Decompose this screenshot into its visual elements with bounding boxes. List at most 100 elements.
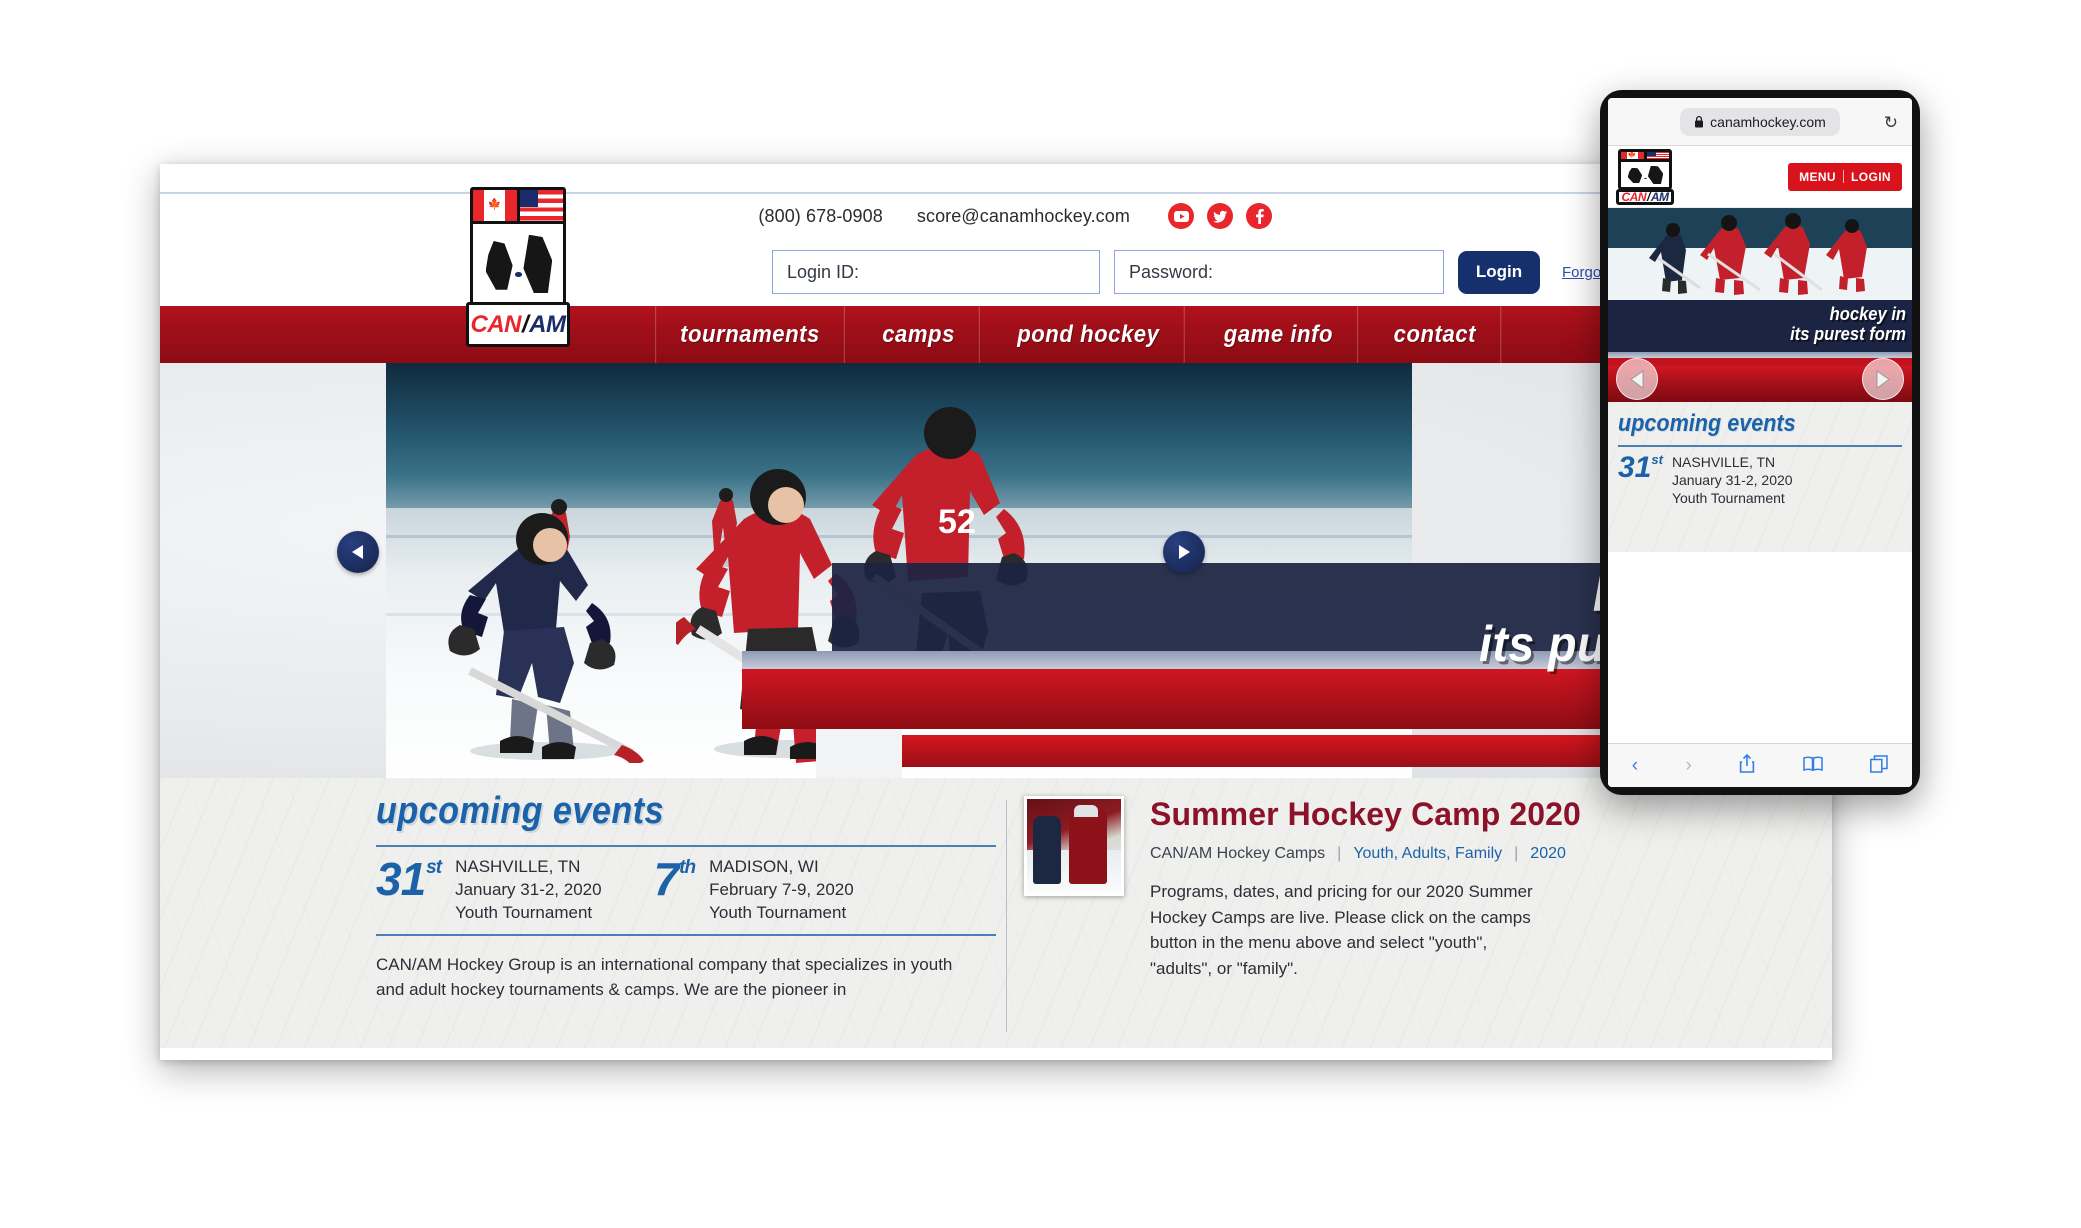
phone-canam-logo[interactable]: 🍁 CAN / AM <box>1615 148 1675 205</box>
phone-carousel-next-button[interactable] <box>1862 358 1904 400</box>
phone-address-field[interactable]: canamhockey.com <box>1680 107 1840 136</box>
password-input[interactable]: Password: <box>1114 250 1444 294</box>
company-blurb: CAN/AM Hockey Group is an international … <box>376 954 953 1000</box>
chevron-left-icon <box>352 545 363 559</box>
hero-carousel: 52 its <box>160 363 1832 778</box>
feature-meta-category: CAN/AM Hockey Camps <box>1150 845 1326 862</box>
phone-url-text: canamhockey.com <box>1710 113 1826 130</box>
logo-can-text: CAN <box>470 310 522 338</box>
tabs-icon[interactable] <box>1870 754 1889 777</box>
phone-carousel-controls <box>1608 358 1912 402</box>
upcoming-events-column: upcoming events 31 st NASHVILLE, TN Janu… <box>376 790 996 1048</box>
event-type: Youth Tournament <box>455 902 593 922</box>
login-id-input[interactable]: Login ID: <box>772 250 1100 294</box>
event-day-suffix: th <box>679 857 696 878</box>
logo-am-text: AM <box>1650 189 1669 204</box>
site-contact-bar: (800) 678-0908 score@canamhockey.com <box>160 192 1832 238</box>
nav-item-contact[interactable]: contact <box>1370 306 1502 363</box>
event-type: Youth Tournament <box>709 902 847 922</box>
lock-icon <box>1695 115 1704 128</box>
usa-flag-icon <box>1643 151 1669 160</box>
desktop-browser-window: (800) 678-0908 score@canamhockey.com Log… <box>160 164 1832 1060</box>
nav-item-camps[interactable]: camps <box>858 306 980 363</box>
feature-thumbnail[interactable] <box>1024 796 1124 896</box>
phone-number[interactable]: (800) 678-0908 <box>758 206 883 227</box>
chevron-right-icon <box>1179 545 1190 559</box>
login-button[interactable]: Login <box>1458 250 1540 294</box>
chevron-right-icon <box>1876 369 1890 389</box>
column-divider <box>1006 800 1007 1032</box>
phone-event-info: NASHVILLE, TN January 31-2, 2020 Youth T… <box>1672 453 1793 508</box>
email-address[interactable]: score@canamhockey.com <box>917 206 1130 227</box>
feature-body: Programs, dates, and pricing for our 202… <box>1150 882 1533 978</box>
hockey-player-navy-icon <box>448 513 644 763</box>
bookmarks-icon[interactable] <box>1803 756 1823 775</box>
login-bar: Login ID: Password: Login Forgot your pa… <box>160 238 1832 306</box>
twitter-icon[interactable] <box>1207 203 1233 229</box>
facebook-icon[interactable] <box>1246 203 1272 229</box>
event-info: MADISON, WI February 7-9, 2020 Youth Tou… <box>709 856 854 925</box>
events-list: 31 st NASHVILLE, TN January 31-2, 2020 Y… <box>376 845 996 936</box>
login-id-label: Login ID: <box>787 261 860 282</box>
logo-slash: / <box>522 310 529 338</box>
youtube-icon[interactable] <box>1168 203 1194 229</box>
phone-hero-title-line2: its purest form <box>1790 324 1906 345</box>
feature-meta-audience[interactable]: Youth, Adults, Family <box>1353 845 1502 863</box>
feature-meta-year[interactable]: 2020 <box>1530 845 1566 863</box>
nav-item-game-info[interactable]: game info <box>1199 306 1358 363</box>
event-item[interactable]: 7 th MADISON, WI February 7-9, 2020 Yout… <box>654 856 854 925</box>
reload-icon[interactable]: ↻ <box>1884 113 1898 133</box>
phone-event-day: 31 st <box>1618 453 1663 508</box>
meta-separator: | <box>1514 845 1519 862</box>
logo-can-text: CAN <box>1621 189 1646 204</box>
event-item[interactable]: 31 st NASHVILLE, TN January 31-2, 2020 Y… <box>376 856 602 925</box>
carousel-prev-button[interactable] <box>337 531 379 573</box>
event-info: NASHVILLE, TN January 31-2, 2020 Youth T… <box>455 856 602 925</box>
canam-wordmark: CAN / AM <box>466 302 570 347</box>
share-icon[interactable] <box>1739 753 1755 777</box>
social-links <box>1168 203 1272 229</box>
phone-event-type: Youth Tournament <box>1671 490 1785 507</box>
phone-mockup: canamhockey.com ↻ 🍁 CAN / AM MENU LOGIN … <box>1600 90 1920 795</box>
event-day-number: 31 <box>376 853 426 905</box>
phone-event-dates: January 31-2, 2020 <box>1671 472 1793 489</box>
event-city: MADISON, WI <box>709 857 819 876</box>
phone-menu-login-button[interactable]: MENU LOGIN <box>1788 162 1902 191</box>
phone-browser-toolbar: ‹ › <box>1608 743 1912 787</box>
canam-logo[interactable]: 🍁 CAN / AM <box>466 187 570 347</box>
chevron-left-icon <box>1630 369 1644 389</box>
nav-item-tournaments[interactable]: tournaments <box>655 306 845 363</box>
carousel-next-button[interactable] <box>1163 531 1205 573</box>
meta-separator: | <box>1337 845 1342 862</box>
password-label: Password: <box>1129 261 1214 282</box>
feature-title[interactable]: Summer Hockey Camp 2020 <box>1150 796 1581 833</box>
top-white-strip <box>160 164 1832 192</box>
event-day: 7 th <box>653 853 697 905</box>
phone-site-header: 🍁 CAN / AM MENU LOGIN <box>1608 146 1912 208</box>
phone-menu-label[interactable]: MENU <box>1799 170 1836 184</box>
phone-login-label[interactable]: LOGIN <box>1851 170 1891 184</box>
flags-banner: 🍁 <box>473 190 563 224</box>
screenshot-canvas: (800) 678-0908 score@canamhockey.com Log… <box>0 0 2081 1228</box>
event-dates: February 7-9, 2020 <box>709 879 854 899</box>
event-day-number: 7 <box>653 853 680 905</box>
phone-url-bar: canamhockey.com ↻ <box>1608 98 1912 146</box>
phone-event-item[interactable]: 31 st NASHVILLE, TN January 31-2, 2020 Y… <box>1618 445 1902 508</box>
canada-flag-icon: 🍁 <box>1621 151 1644 160</box>
svg-text:52: 52 <box>938 503 976 541</box>
forward-icon[interactable]: › <box>1686 756 1692 775</box>
back-icon[interactable]: ‹ <box>1632 756 1638 775</box>
upcoming-events-heading: upcoming events <box>376 790 664 832</box>
main-navigation: tournaments camps pond hockey game info … <box>160 306 1832 363</box>
faceoff-graphic <box>473 223 563 303</box>
usa-flag-icon <box>516 190 563 221</box>
phone-events-heading: upcoming events <box>1618 410 1796 437</box>
phone-events-section: upcoming events 31 st NASHVILLE, TN Janu… <box>1608 402 1912 552</box>
phone-event-day-suffix: st <box>1651 452 1663 467</box>
phone-carousel-prev-button[interactable] <box>1616 358 1658 400</box>
nav-item-pond-hockey[interactable]: pond hockey <box>993 306 1185 363</box>
homepage-content: upcoming events 31 st NASHVILLE, TN Janu… <box>160 778 1832 1048</box>
phone-event-city: NASHVILLE, TN <box>1671 454 1776 470</box>
canada-flag-icon: 🍁 <box>473 190 517 221</box>
phone-hero-caption: hockey in its purest form <box>1608 300 1912 366</box>
